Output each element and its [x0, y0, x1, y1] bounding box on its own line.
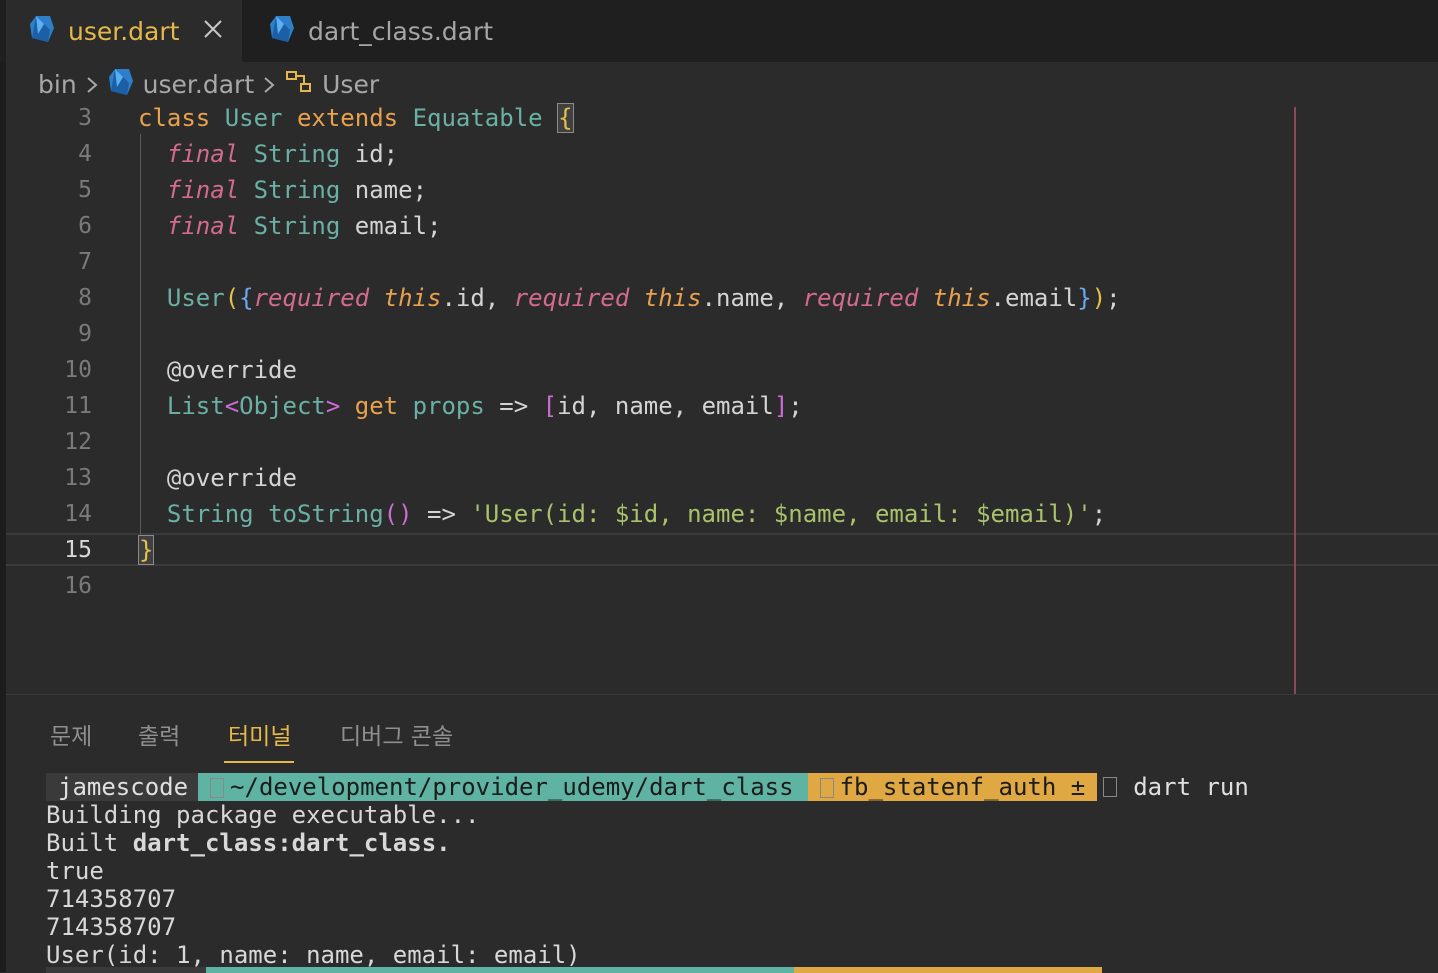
line-number: 14 — [64, 501, 92, 527]
active-tab-indicator — [224, 761, 294, 763]
tab-label: user.dart — [68, 16, 180, 46]
line-content: class User extends Equatable { — [138, 103, 574, 133]
line-number: 3 — [78, 105, 92, 131]
terminal-output-line: 714358707 — [46, 885, 177, 913]
line-number: 7 — [78, 249, 92, 275]
line-number: 6 — [78, 213, 92, 239]
prompt-git-branch: fb_statenf_auth ± — [807, 773, 1098, 801]
breadcrumb-symbol[interactable]: User — [322, 70, 379, 99]
tab-output[interactable]: 출력 — [138, 717, 180, 751]
line-number: 4 — [78, 141, 92, 167]
dart-file-icon — [268, 14, 296, 48]
line-number: 13 — [64, 465, 92, 491]
code-line: 12 — [6, 424, 1438, 460]
code-line: 15 } — [6, 532, 1438, 568]
line-content: @override — [166, 464, 297, 492]
tab-debug-console[interactable]: 디버그 콘솔 — [340, 717, 453, 751]
line-content: User({required this.id, required this.na… — [166, 284, 1121, 312]
powerline-glyph-icon — [210, 778, 225, 798]
line-content: final String id; — [166, 140, 399, 168]
line-content: String toString() => 'User(id: $id, name… — [166, 500, 1107, 528]
line-number: 9 — [78, 321, 92, 347]
line-number: 5 — [78, 177, 92, 203]
terminal-output-line: User(id: 1, name: name, email: email) — [46, 941, 581, 969]
prompt-path: ~/development/provider_udemy/dart_class — [198, 773, 808, 801]
close-icon[interactable] — [198, 14, 228, 44]
tab-problems[interactable]: 문제 — [50, 717, 92, 751]
terminal-output-line: 714358707 — [46, 913, 177, 941]
code-line: 4 final String id; — [6, 136, 1438, 172]
code-line: 3 class User extends Equatable { — [6, 100, 1438, 136]
code-line: 14 String toString() => 'User(id: $id, n… — [6, 496, 1438, 532]
terminal-prompt: jamescode ~/development/provider_udemy/d… — [46, 773, 1249, 801]
dart-file-icon — [28, 14, 56, 48]
code-line: 5 final String name; — [6, 172, 1438, 208]
code-line: 8 User({required this.id, required this.… — [6, 280, 1438, 316]
next-prompt-strip — [46, 967, 1146, 973]
terminal-output-line: Building package executable... — [46, 801, 480, 829]
terminal-output-line: Built dart_class:dart_class. — [46, 829, 451, 857]
tab-label: dart_class.dart — [308, 16, 494, 46]
code-line: 13 @override — [6, 460, 1438, 496]
class-symbol-icon — [284, 68, 314, 102]
tab-terminal[interactable]: 터미널 — [228, 717, 291, 751]
line-number: 11 — [64, 393, 92, 419]
line-content: @override — [166, 356, 297, 384]
dart-file-icon — [107, 67, 135, 103]
line-content: final String name; — [166, 176, 428, 204]
chevron-right-icon — [258, 70, 280, 100]
line-content: final String email; — [166, 212, 442, 240]
line-number: 15 — [64, 537, 92, 563]
branch-icon — [819, 778, 834, 798]
code-line: 11 List<Object> get props => [id, name, … — [6, 388, 1438, 424]
prompt-user: jamescode — [46, 773, 199, 801]
editor-tab-bar: user.dart dart_class.dart — [0, 0, 1438, 63]
line-content: } — [138, 535, 155, 565]
chevron-right-icon — [81, 70, 103, 100]
code-line: 9 — [6, 316, 1438, 352]
line-number: 16 — [64, 573, 92, 599]
code-line: 10 @override — [6, 352, 1438, 388]
tab-dart-class-dart[interactable]: dart_class.dart — [252, 0, 493, 62]
terminal-output-line: true — [46, 857, 104, 885]
line-number: 12 — [64, 429, 92, 455]
tab-user-dart[interactable]: user.dart — [6, 0, 242, 62]
prompt-command: dart run — [1133, 773, 1249, 801]
line-number: 8 — [78, 285, 92, 311]
breadcrumb-file[interactable]: user.dart — [143, 70, 254, 99]
line-content: List<Object> get props => [id, name, ema… — [166, 392, 803, 420]
code-line: 16 — [6, 568, 1438, 604]
powerline-glyph-icon — [1103, 777, 1118, 797]
breadcrumb-folder[interactable]: bin — [38, 70, 77, 99]
code-line: 7 — [6, 244, 1438, 280]
code-line: 6 final String email; — [6, 208, 1438, 244]
bottom-panel: 문제 출력 터미널 디버그 콘솔 jamescode ~/development… — [6, 694, 1438, 973]
code-editor[interactable]: 3 class User extends Equatable { 4 final… — [6, 103, 1438, 694]
line-number: 10 — [64, 357, 92, 383]
